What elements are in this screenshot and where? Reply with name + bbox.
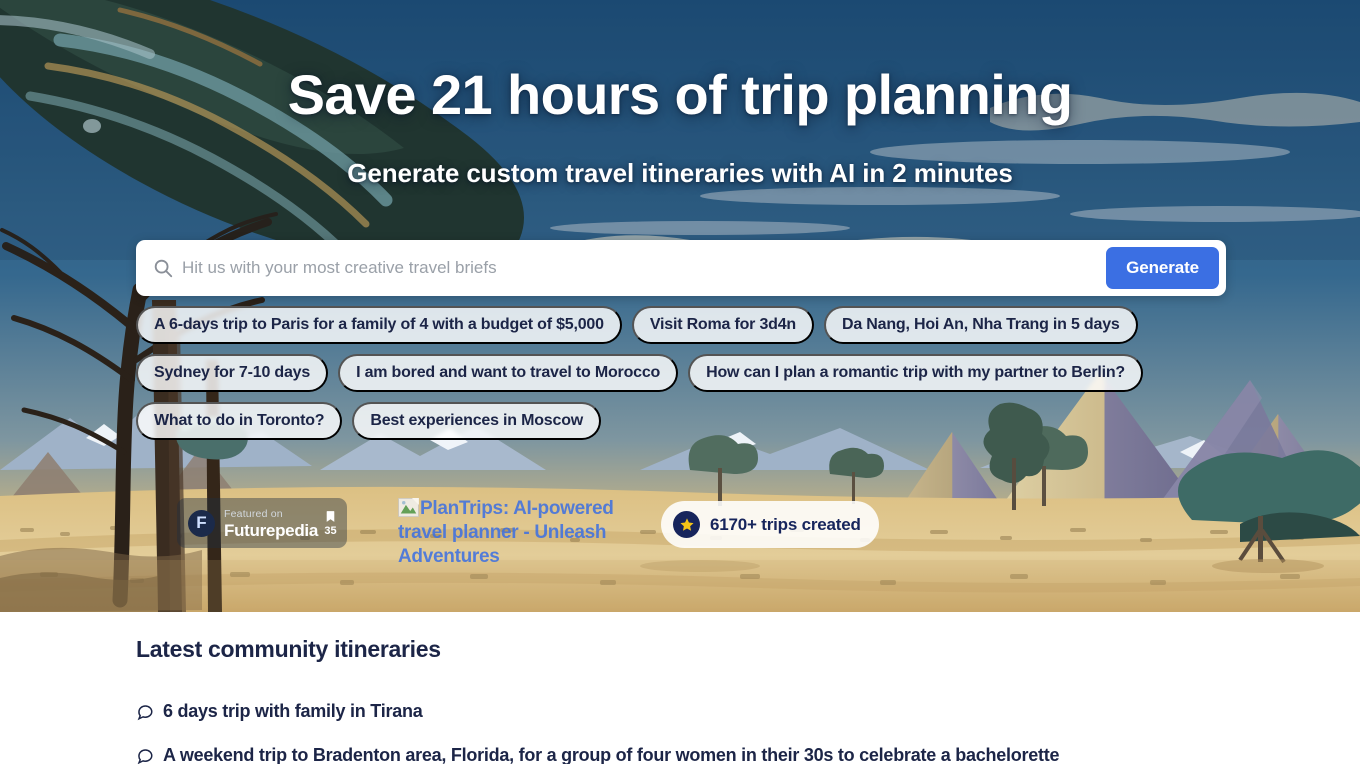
futurepedia-name: Futurepedia — [224, 521, 318, 540]
suggestion-chip[interactable]: Da Nang, Hoi An, Nha Trang in 5 days — [824, 306, 1138, 344]
bookmark-icon — [324, 509, 337, 524]
page-title: Save 21 hours of trip planning — [287, 63, 1073, 126]
list-item[interactable]: A weekend trip to Bradenton area, Florid… — [136, 745, 1360, 764]
generate-button[interactable]: Generate — [1106, 247, 1219, 289]
search-bar[interactable]: Generate — [136, 240, 1226, 296]
community-title: Latest community itineraries — [136, 636, 441, 662]
community-section: Latest community itineraries 6 days trip… — [0, 612, 1360, 764]
futurepedia-votes[interactable]: 35 — [324, 509, 337, 537]
suggestion-chip[interactable]: I am bored and want to travel to Morocco — [338, 354, 679, 392]
badge-row: F Featured on Futurepedia 35 — [177, 498, 347, 548]
list-item[interactable]: 6 days trip with family in Tirana — [136, 701, 1360, 722]
search-input[interactable] — [182, 248, 1107, 288]
chat-bubble-icon — [136, 703, 154, 721]
featured-on-label: Featured on — [224, 508, 283, 521]
futurepedia-vote-count: 35 — [324, 525, 337, 537]
search-icon — [152, 257, 174, 279]
chat-bubble-icon — [136, 747, 154, 764]
futurepedia-logo-icon: F — [188, 509, 215, 537]
list-item-label: A weekend trip to Bradenton area, Florid… — [163, 745, 1060, 764]
broken-image-alt[interactable]: PlanTrips: AI-powered travel planner - U… — [398, 497, 643, 568]
futurepedia-badge-text: Featured on Futurepedia — [224, 505, 318, 541]
hero-content: Save 21 hours of trip planning Generate … — [0, 0, 1360, 612]
hero-section: Save 21 hours of trip planning Generate … — [0, 0, 1360, 612]
trips-created-label: 6170+ trips created — [710, 514, 861, 534]
broken-image-icon — [398, 498, 419, 517]
suggestion-chip[interactable]: Visit Roma for 3d4n — [631, 306, 814, 344]
suggestion-chips: A 6-days trip to Paris for a family of 4… — [136, 306, 1236, 440]
star-icon — [673, 511, 700, 538]
futurepedia-badge[interactable]: F Featured on Futurepedia 35 — [177, 498, 347, 548]
list-item-label: 6 days trip with family in Tirana — [163, 701, 423, 721]
suggestion-chip[interactable]: A 6-days trip to Paris for a family of 4… — [136, 306, 622, 344]
suggestion-chip[interactable]: Sydney for 7-10 days — [136, 354, 329, 392]
broken-image-alt-text: PlanTrips: AI-powered travel planner - U… — [398, 498, 614, 567]
suggestion-chip[interactable]: How can I plan a romantic trip with my p… — [688, 354, 1144, 392]
suggestion-chip[interactable]: What to do in Toronto? — [136, 402, 343, 440]
suggestion-chip[interactable]: Best experiences in Moscow — [352, 402, 602, 440]
trips-created-badge[interactable]: 6170+ trips created — [661, 501, 879, 548]
page-subtitle: Generate custom travel itineraries with … — [347, 158, 1013, 188]
